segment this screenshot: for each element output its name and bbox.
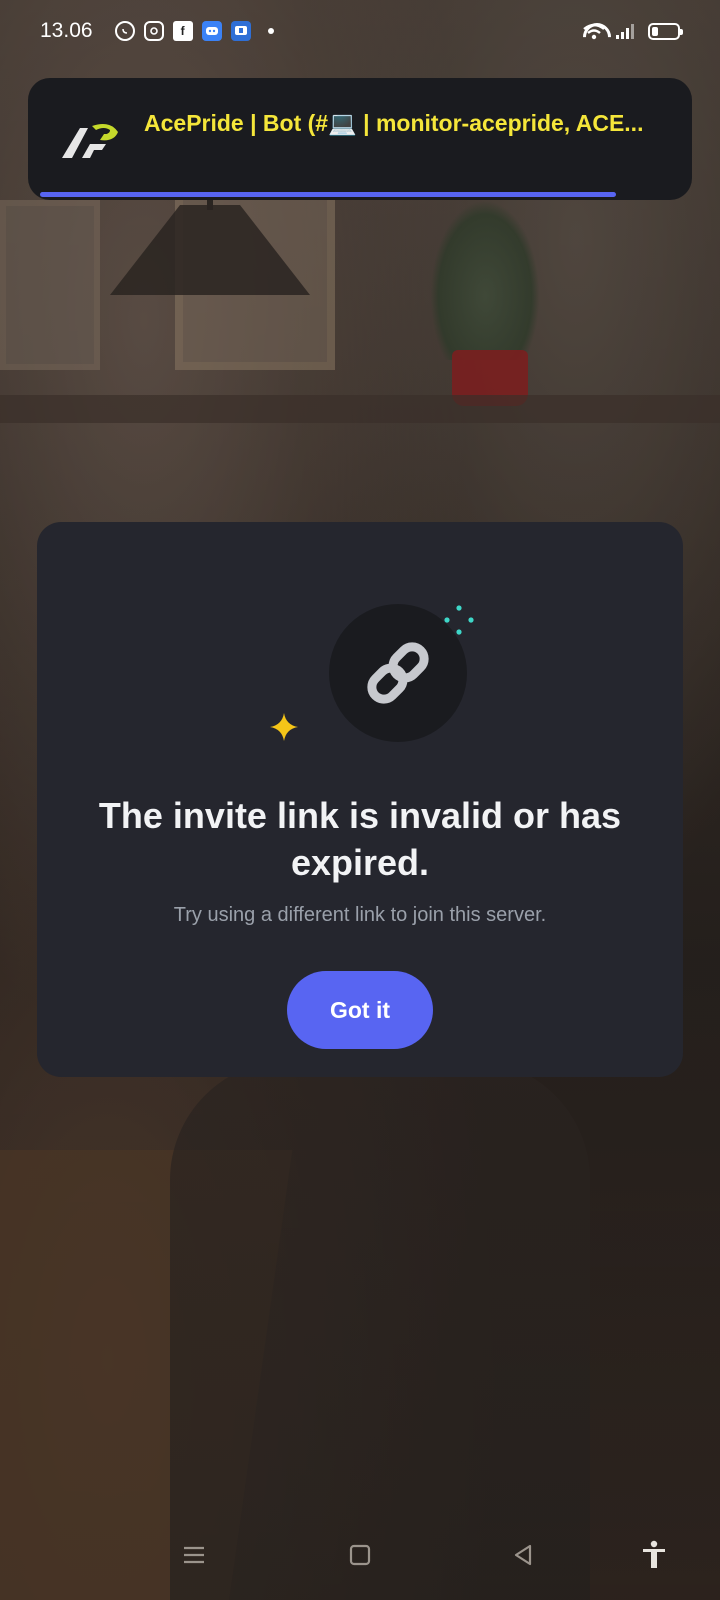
acepride-logo-icon [62, 124, 118, 158]
menu-icon[interactable] [177, 1538, 211, 1572]
status-time: 13.06 [40, 19, 93, 42]
signal-icon [616, 23, 634, 39]
notification-title: AcePride | Bot (#💻 | monitor-acepride, A… [144, 110, 644, 136]
dialog-title: The invite link is invalid or has expire… [98, 795, 622, 883]
battery-fill [652, 26, 658, 36]
background-frame-left [0, 200, 100, 370]
dialog-illustration [269, 604, 474, 774]
invalid-invite-dialog: The invite link is invalid or has expire… [37, 522, 683, 1077]
back-icon[interactable] [506, 1538, 540, 1572]
got-it-button[interactable]: Got it [287, 971, 433, 1049]
whatsapp-icon [114, 21, 135, 41]
background-shelf [0, 395, 720, 423]
instagram-icon [143, 21, 164, 41]
notification-dot [267, 28, 274, 34]
status-app-icons: f [114, 21, 274, 41]
notification-progress-track [40, 192, 680, 197]
notification-toast[interactable]: AcePride | Bot (#💻 | monitor-acepride, A… [28, 78, 692, 200]
navigation-bar [0, 1510, 720, 1600]
status-bar: 13.06 f [0, 0, 720, 62]
background-plant [430, 200, 540, 360]
accessibility-icon[interactable] [637, 1538, 671, 1572]
sparkle-yellow-icon [270, 713, 298, 741]
battery-icon [648, 22, 683, 40]
discord-alt-icon [230, 21, 251, 41]
notification-progress-bar [40, 192, 616, 197]
home-icon[interactable] [343, 1538, 377, 1572]
status-system-icons [582, 22, 683, 40]
wifi-icon [582, 22, 606, 40]
dialog-subtitle: Try using a different link to join this … [173, 904, 547, 926]
sparkle-cyan-icon [444, 605, 474, 635]
discord-icon [201, 21, 222, 41]
facebook-icon: f [172, 21, 193, 41]
